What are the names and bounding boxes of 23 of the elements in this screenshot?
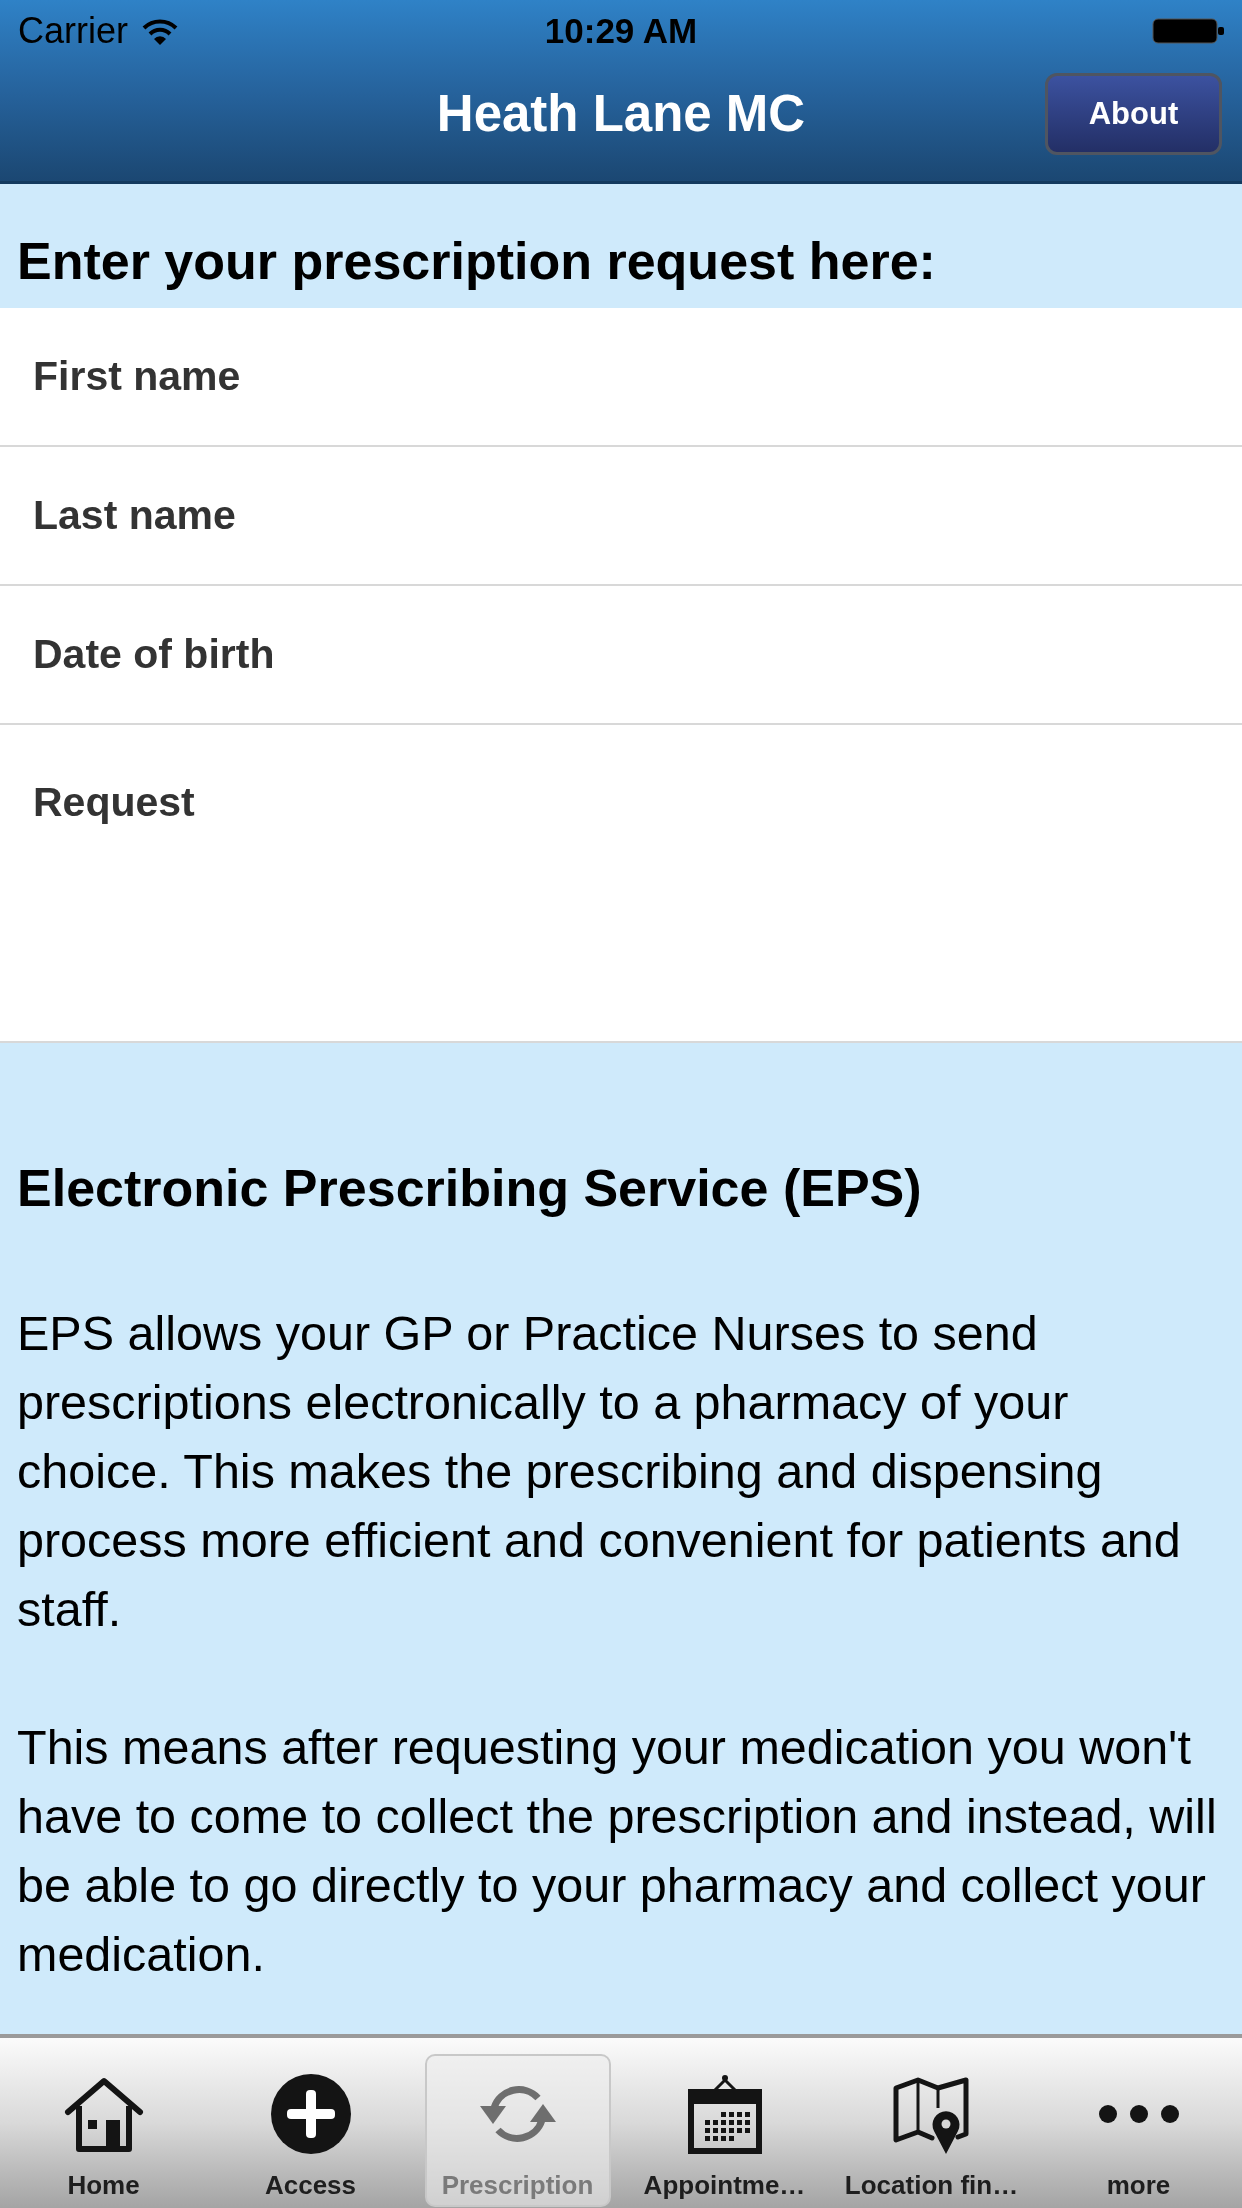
about-button[interactable]: About xyxy=(1045,73,1222,155)
nav-title: Heath Lane MC xyxy=(436,83,806,144)
form-heading: Enter your prescription request here: xyxy=(17,231,936,291)
carrier-name: Carrier xyxy=(18,9,128,53)
tab-item[interactable]: more xyxy=(1038,2054,1239,2207)
house-icon xyxy=(63,2076,144,2152)
wifi-icon xyxy=(142,17,178,45)
calendar-icon xyxy=(686,2074,763,2154)
tab-item[interactable]: Location fin… xyxy=(831,2054,1032,2207)
battery-icon xyxy=(1152,18,1224,44)
tab-item[interactable]: Appointme… xyxy=(624,2054,825,2207)
status-time: 10:29 AM xyxy=(544,9,698,52)
input-field[interactable]: Date of birth xyxy=(0,586,1242,725)
info-paragraph: This means after requesting your medication you won't have to come to collect the prescription and instead, will be able to go directly to your pharmacy and collect your medication. xyxy=(17,1719,1218,1983)
more-dots-icon xyxy=(1098,2105,1179,2123)
text-area-field[interactable]: Request xyxy=(0,725,1242,1043)
input-field[interactable]: Last name xyxy=(0,447,1242,586)
tab-item[interactable]: Home xyxy=(3,2054,204,2207)
info-paragraph: EPS allows your GP or Practice Nurses to send prescriptions electronically to a pharmacy of your choice. This makes the prescribing and dispensing process more efficient and convenient for patients and staff. xyxy=(17,1305,1182,1638)
tab-item[interactable]: Access xyxy=(210,2054,411,2207)
input-field[interactable]: First name xyxy=(0,308,1242,447)
info-title: Electronic Prescribing Service (EPS) xyxy=(17,1158,923,1219)
plus-circle-icon xyxy=(270,2074,351,2154)
